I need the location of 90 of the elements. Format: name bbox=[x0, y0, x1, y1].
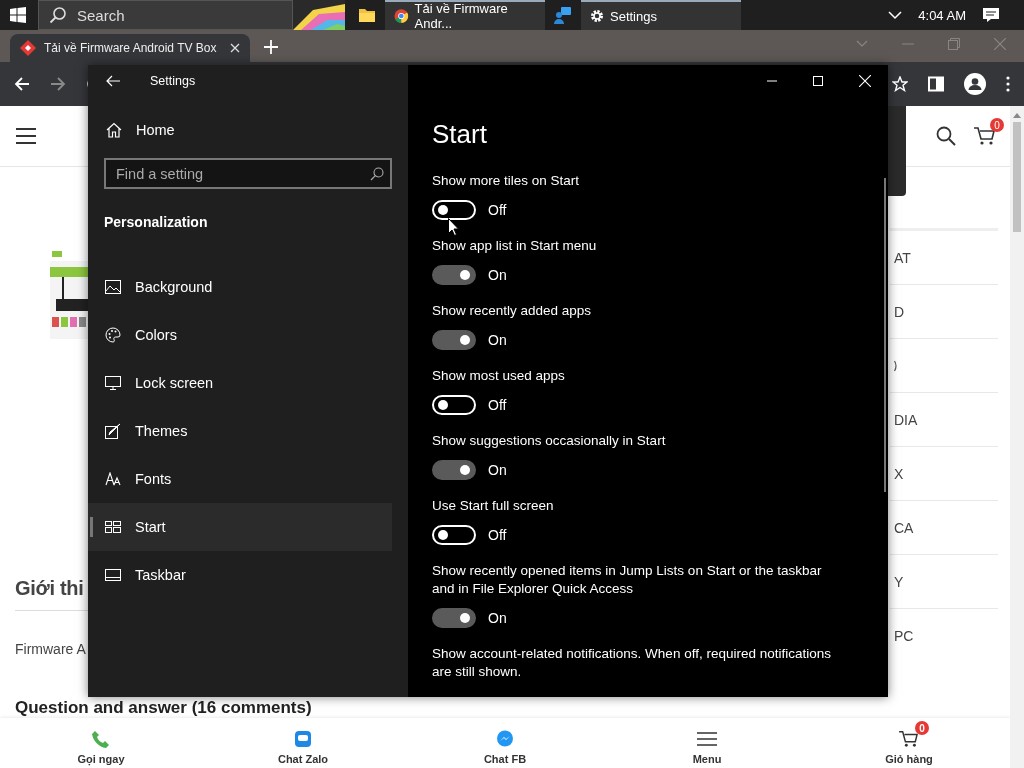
forward-icon[interactable] bbox=[50, 76, 66, 92]
site-logo-icon bbox=[20, 40, 36, 56]
arrow-up-icon[interactable] bbox=[1013, 112, 1021, 118]
profile-icon[interactable] bbox=[964, 73, 986, 95]
scrollbar[interactable] bbox=[884, 178, 886, 492]
setting-label: Show recently opened items in Jump Lists on Start or the taskbar and in File Explorer Quick Access bbox=[432, 562, 823, 598]
paragraph: Firmware A bbox=[15, 641, 86, 657]
page-title: Start bbox=[432, 119, 488, 150]
category-link[interactable]: CA bbox=[894, 519, 914, 536]
settings-taskbar-button[interactable]: Settings bbox=[581, 0, 741, 30]
messenger-icon bbox=[496, 730, 514, 748]
start-menu-icon bbox=[104, 521, 121, 533]
back-icon[interactable] bbox=[106, 75, 120, 87]
nav-item[interactable]: Themes bbox=[88, 407, 392, 455]
section-heading: Personalization bbox=[104, 214, 209, 230]
setting-label: Show recently added apps bbox=[432, 302, 592, 320]
menu-icon[interactable] bbox=[16, 128, 36, 144]
category-link[interactable]: X bbox=[894, 465, 904, 482]
toggle-state: On bbox=[488, 267, 507, 283]
brush-icon bbox=[104, 423, 121, 439]
cart-icon[interactable] bbox=[974, 126, 996, 146]
glyph-fragment-icon bbox=[894, 359, 898, 372]
search-icon bbox=[370, 166, 384, 181]
toggle-switch[interactable] bbox=[432, 608, 476, 628]
image-icon bbox=[104, 280, 121, 294]
back-icon[interactable] bbox=[14, 76, 30, 92]
chat-app-icon bbox=[294, 730, 312, 748]
category-link[interactable]: AT bbox=[894, 249, 911, 266]
setting-label: Show suggestions occasionally in Start bbox=[432, 432, 666, 450]
setting-label: Show account-related notifications. When off, required notifications are still shown. bbox=[432, 645, 832, 681]
toggle-state: On bbox=[488, 332, 507, 348]
browser-icon bbox=[394, 8, 409, 24]
nav-item[interactable]: Lock screen bbox=[88, 359, 392, 407]
font-icon bbox=[104, 472, 121, 486]
window-title: Settings bbox=[150, 74, 196, 88]
comments-heading: Question and answer (16 comments) bbox=[15, 698, 312, 718]
nav-item[interactable]: Chat FB bbox=[455, 721, 555, 765]
setting-label: Show most used apps bbox=[432, 367, 565, 385]
monitor-icon bbox=[104, 376, 121, 390]
cart-count-badge: 0 bbox=[915, 721, 929, 735]
new-tab-icon[interactable] bbox=[264, 40, 278, 54]
toggle-state: Off bbox=[488, 527, 507, 543]
nav-item[interactable]: Chat Zalo bbox=[253, 721, 353, 765]
star-icon[interactable] bbox=[892, 76, 908, 92]
browser-tab[interactable]: Tải về Firmware Android TV Box bbox=[10, 34, 250, 62]
section-heading: Giới thi bbox=[15, 577, 84, 600]
home-link[interactable]: Home bbox=[104, 122, 392, 138]
nav-item[interactable]: Background bbox=[88, 263, 392, 311]
setting-label: Show app list in Start menu bbox=[432, 237, 597, 255]
search-field[interactable]: Find a setting bbox=[104, 158, 392, 189]
menu-icon bbox=[697, 731, 717, 747]
sidebar-icon[interactable] bbox=[928, 76, 944, 92]
gear-icon bbox=[590, 9, 604, 23]
scrollbar[interactable] bbox=[1010, 106, 1024, 768]
search-icon[interactable] bbox=[936, 126, 956, 146]
toggle-state: On bbox=[488, 462, 507, 478]
cart-count-badge: 0 bbox=[990, 118, 1004, 132]
nav-item[interactable]: Taskbar bbox=[88, 551, 392, 599]
search-icon bbox=[49, 6, 67, 24]
category-link[interactable]: PC bbox=[894, 627, 914, 644]
browser-taskbar-button[interactable]: Tải về Firmware Andr... bbox=[385, 0, 545, 30]
toggle-switch[interactable] bbox=[432, 330, 476, 350]
setting-label: Show more tiles on Start bbox=[432, 172, 580, 190]
toggle-switch[interactable] bbox=[432, 265, 476, 285]
taskbar-icon bbox=[104, 569, 121, 581]
nav-item[interactable]: Start bbox=[88, 503, 392, 551]
palette-icon bbox=[104, 327, 121, 343]
nav-item[interactable]: 0 Giỏ hàng bbox=[859, 721, 959, 765]
cursor-icon bbox=[448, 218, 459, 236]
category-link[interactable]: D bbox=[894, 303, 905, 320]
nav-item[interactable]: Menu bbox=[657, 721, 757, 765]
nav-item[interactable]: Colors bbox=[88, 311, 392, 359]
nav-item[interactable]: Gọi ngay bbox=[51, 721, 151, 765]
toggle-switch[interactable] bbox=[432, 460, 476, 480]
notification-icon[interactable] bbox=[982, 7, 1000, 23]
toggle-state: Off bbox=[488, 202, 507, 218]
clock[interactable]: 4:04 AM bbox=[918, 7, 966, 23]
search-field[interactable]: Search bbox=[38, 0, 293, 30]
more-icon[interactable] bbox=[1006, 76, 1010, 92]
home-icon bbox=[106, 122, 122, 138]
nav-item[interactable]: Fonts bbox=[88, 455, 392, 503]
phone-icon bbox=[92, 730, 110, 748]
category-link[interactable]: Y bbox=[894, 573, 904, 590]
cart-icon bbox=[899, 730, 919, 748]
setting-label: Use Start full screen bbox=[432, 497, 554, 515]
toggle-state: On bbox=[488, 610, 507, 626]
category-link[interactable]: DIA bbox=[894, 411, 918, 428]
scrollbar-thumb[interactable] bbox=[1013, 122, 1021, 232]
maximize-icon[interactable] bbox=[813, 76, 823, 86]
toggle-state: Off bbox=[488, 397, 507, 413]
